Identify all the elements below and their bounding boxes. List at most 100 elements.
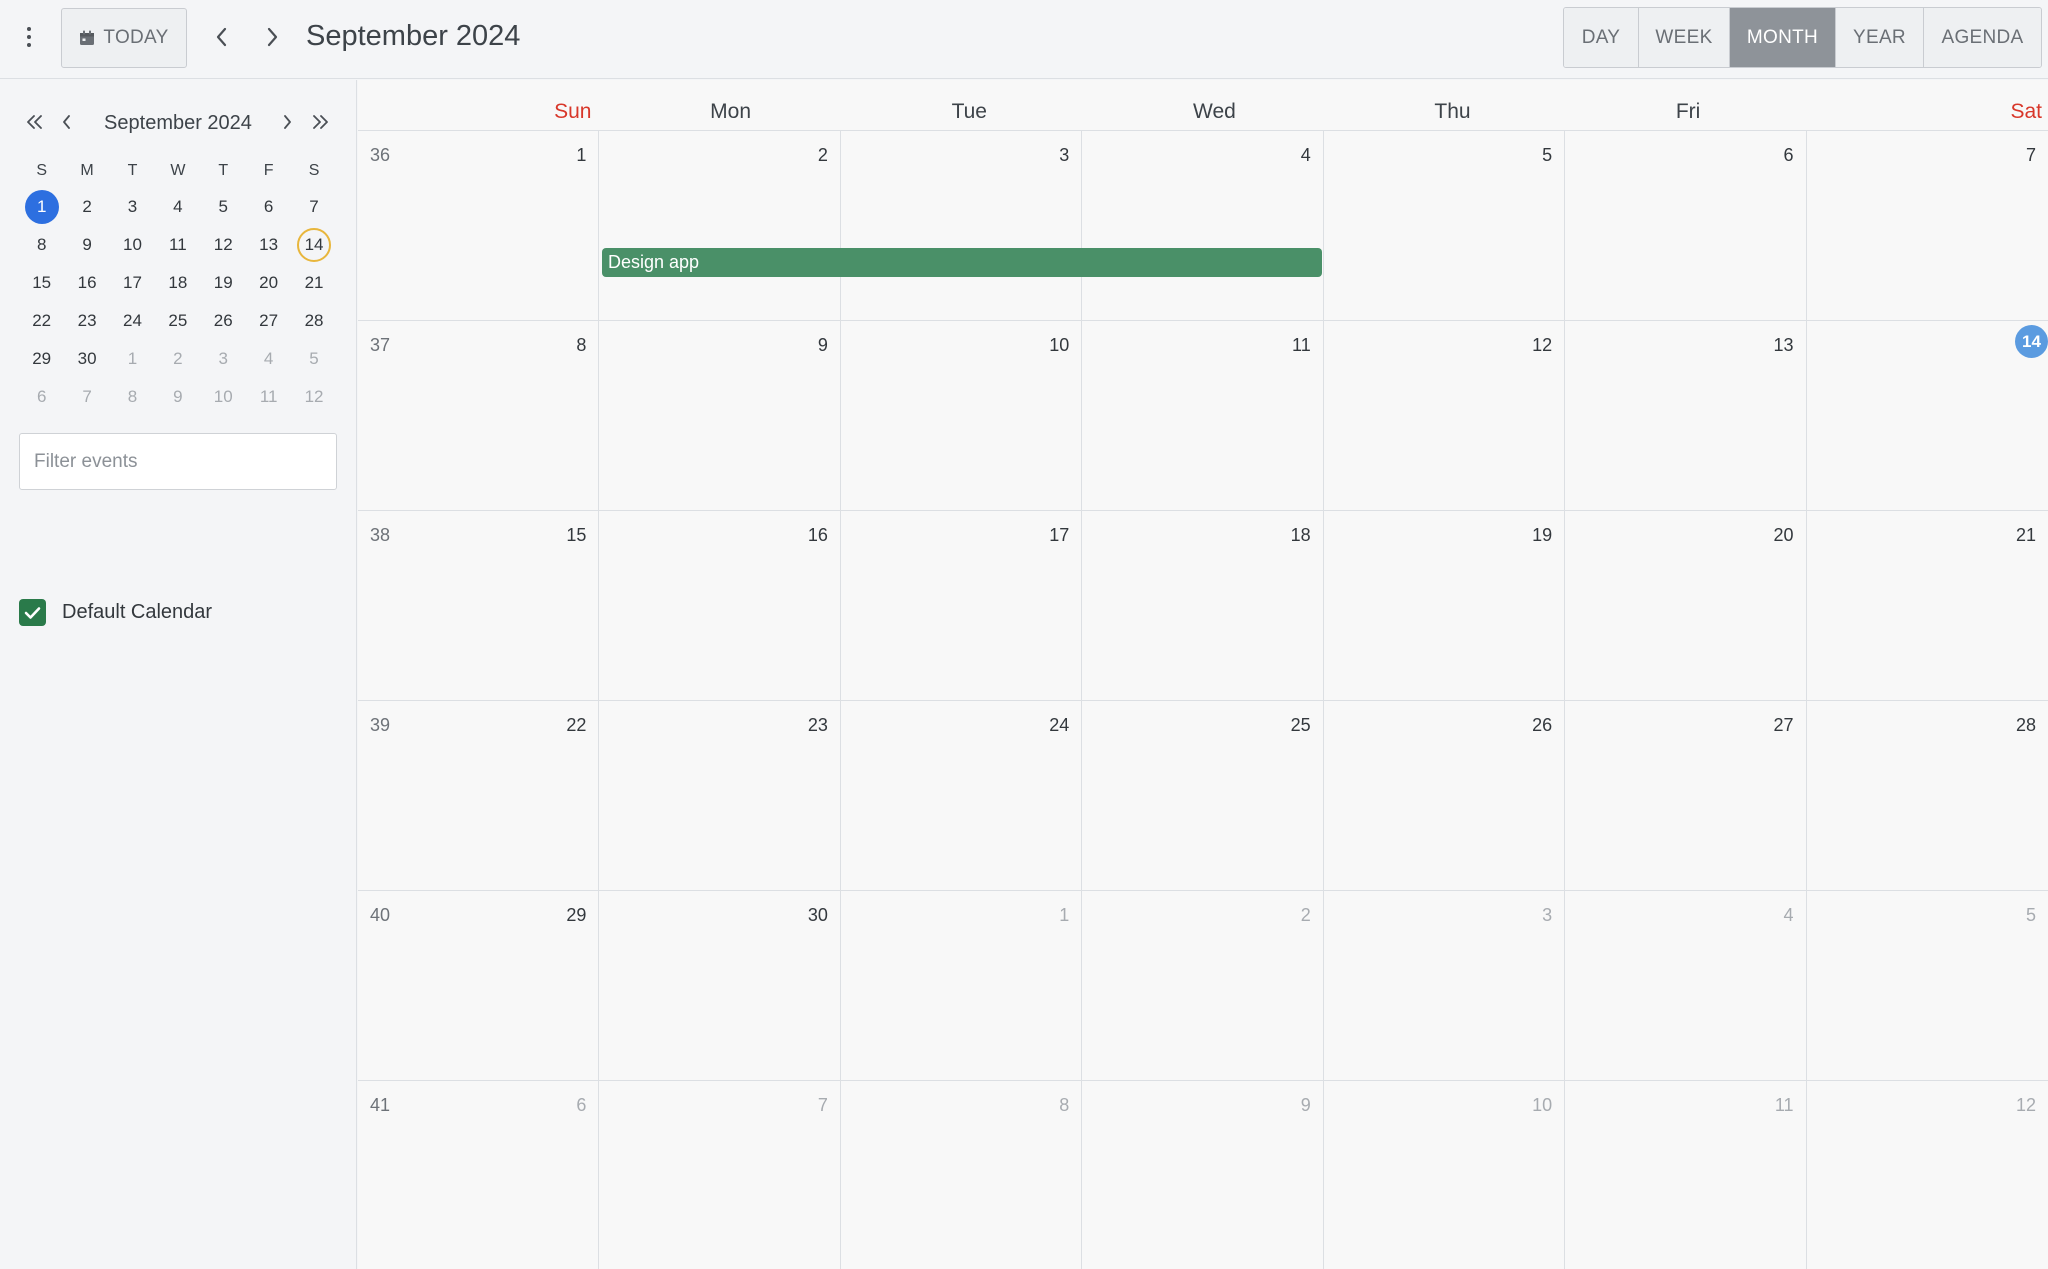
day-cell[interactable]: 18: [1082, 511, 1324, 701]
day-number[interactable]: 11: [1775, 1095, 1794, 1116]
day-number[interactable]: 22: [566, 715, 586, 736]
day-cell[interactable]: 10: [1324, 1081, 1566, 1269]
mini-day-cell[interactable]: 18: [155, 264, 200, 302]
day-cell[interactable]: 20: [1565, 511, 1807, 701]
day-number[interactable]: 17: [1049, 525, 1069, 546]
week-number[interactable]: 38: [370, 525, 390, 546]
day-cell[interactable]: 25: [1082, 701, 1324, 891]
chevron-right-icon[interactable]: [273, 108, 301, 136]
day-cell[interactable]: 4: [1082, 131, 1324, 321]
checkbox-checked[interactable]: [19, 599, 46, 626]
day-number[interactable]: 2: [818, 145, 828, 166]
day-cell[interactable]: 27: [1565, 701, 1807, 891]
view-week-button[interactable]: WEEK: [1639, 8, 1730, 67]
day-number[interactable]: 4: [1301, 145, 1311, 166]
mini-day-cell[interactable]: 1: [110, 340, 155, 378]
mini-day-cell[interactable]: 29: [19, 340, 64, 378]
mini-day-cell[interactable]: 6: [19, 378, 64, 416]
day-cell[interactable]: 17: [841, 511, 1083, 701]
day-cell[interactable]: 11: [1082, 321, 1324, 511]
day-number[interactable]: 10: [1532, 1095, 1552, 1116]
day-cell[interactable]: 37 8: [358, 321, 600, 511]
day-number[interactable]: 4: [1784, 905, 1794, 926]
mini-day-cell[interactable]: 10: [110, 226, 155, 264]
day-cell[interactable]: 16: [599, 511, 841, 701]
day-cell[interactable]: 21: [1807, 511, 2048, 701]
day-number[interactable]: 24: [1049, 715, 1069, 736]
mini-day-cell[interactable]: 4: [155, 188, 200, 226]
chevron-left-icon[interactable]: [207, 22, 237, 52]
view-year-button[interactable]: YEAR: [1836, 8, 1924, 67]
mini-day-cell[interactable]: 1: [19, 188, 64, 226]
mini-day-cell[interactable]: 15: [19, 264, 64, 302]
mini-day-cell[interactable]: 30: [64, 340, 109, 378]
mini-day-cell[interactable]: 2: [64, 188, 109, 226]
day-cell[interactable]: 41 6: [358, 1081, 600, 1269]
day-cell[interactable]: 10: [841, 321, 1083, 511]
mini-day-cell[interactable]: 16: [64, 264, 109, 302]
day-number[interactable]: 12: [1532, 335, 1552, 356]
day-number[interactable]: 16: [808, 525, 828, 546]
day-number[interactable]: 9: [818, 335, 828, 356]
day-number[interactable]: 23: [808, 715, 828, 736]
mini-day-cell[interactable]: 3: [110, 188, 155, 226]
mini-day-cell[interactable]: 24: [110, 302, 155, 340]
day-cell[interactable]: 3: [841, 131, 1083, 321]
mini-day-cell[interactable]: 12: [201, 226, 246, 264]
day-number[interactable]: 27: [1774, 715, 1794, 736]
mini-day-cell[interactable]: 26: [201, 302, 246, 340]
day-number[interactable]: 11: [1292, 335, 1311, 356]
mini-day-cell[interactable]: 6: [246, 188, 291, 226]
day-cell[interactable]: 11: [1565, 1081, 1807, 1269]
view-day-button[interactable]: DAY: [1564, 8, 1639, 67]
day-number[interactable]: 14: [2014, 325, 2048, 358]
filter-events-input[interactable]: [19, 433, 337, 490]
day-number[interactable]: 18: [1291, 525, 1311, 546]
mini-day-cell[interactable]: 21: [291, 264, 336, 302]
double-chevron-right-icon[interactable]: [306, 108, 334, 136]
day-number[interactable]: 5: [1542, 145, 1552, 166]
mini-day-cell[interactable]: 7: [291, 188, 336, 226]
calendar-toggle-default[interactable]: Default Calendar: [19, 599, 212, 626]
event-bar[interactable]: Design app: [602, 248, 1322, 277]
view-month-button[interactable]: MONTH: [1730, 8, 1836, 67]
day-cell[interactable]: 12: [1324, 321, 1566, 511]
chevron-right-icon[interactable]: [257, 22, 287, 52]
mini-day-cell[interactable]: 7: [64, 378, 109, 416]
day-number[interactable]: 21: [2016, 525, 2036, 546]
mini-day-cell[interactable]: 9: [64, 226, 109, 264]
day-number[interactable]: 12: [2016, 1095, 2036, 1116]
day-cell[interactable]: 12: [1807, 1081, 2048, 1269]
today-button[interactable]: TODAY: [61, 8, 187, 68]
mini-day-cell[interactable]: 2: [155, 340, 200, 378]
day-cell[interactable]: 6: [1565, 131, 1807, 321]
day-number[interactable]: 20: [1774, 525, 1794, 546]
day-number[interactable]: 9: [1301, 1095, 1311, 1116]
day-number[interactable]: 2: [1301, 905, 1311, 926]
day-cell[interactable]: 5: [1807, 891, 2048, 1081]
day-number[interactable]: 25: [1291, 715, 1311, 736]
day-cell[interactable]: 2: [599, 131, 841, 321]
day-cell[interactable]: 9: [1082, 1081, 1324, 1269]
day-cell[interactable]: 30: [599, 891, 841, 1081]
mini-day-cell[interactable]: 3: [201, 340, 246, 378]
day-cell[interactable]: 3: [1324, 891, 1566, 1081]
day-number[interactable]: 26: [1532, 715, 1552, 736]
day-cell[interactable]: 19: [1324, 511, 1566, 701]
day-number[interactable]: 30: [808, 905, 828, 926]
mini-day-cell[interactable]: 11: [246, 378, 291, 416]
day-number[interactable]: 1: [1059, 905, 1069, 926]
view-agenda-button[interactable]: AGENDA: [1924, 8, 2041, 67]
mini-day-cell[interactable]: 4: [246, 340, 291, 378]
week-number[interactable]: 40: [370, 905, 390, 926]
day-cell[interactable]: 26: [1324, 701, 1566, 891]
mini-day-cell[interactable]: 19: [201, 264, 246, 302]
day-cell[interactable]: 4: [1565, 891, 1807, 1081]
day-number[interactable]: 29: [566, 905, 586, 926]
day-cell[interactable]: 14: [1807, 321, 2048, 511]
mini-day-cell[interactable]: 14: [291, 226, 336, 264]
day-number[interactable]: 10: [1049, 335, 1069, 356]
day-cell[interactable]: 28: [1807, 701, 2048, 891]
day-number[interactable]: 3: [1542, 905, 1552, 926]
kebab-menu-icon[interactable]: [18, 22, 40, 52]
